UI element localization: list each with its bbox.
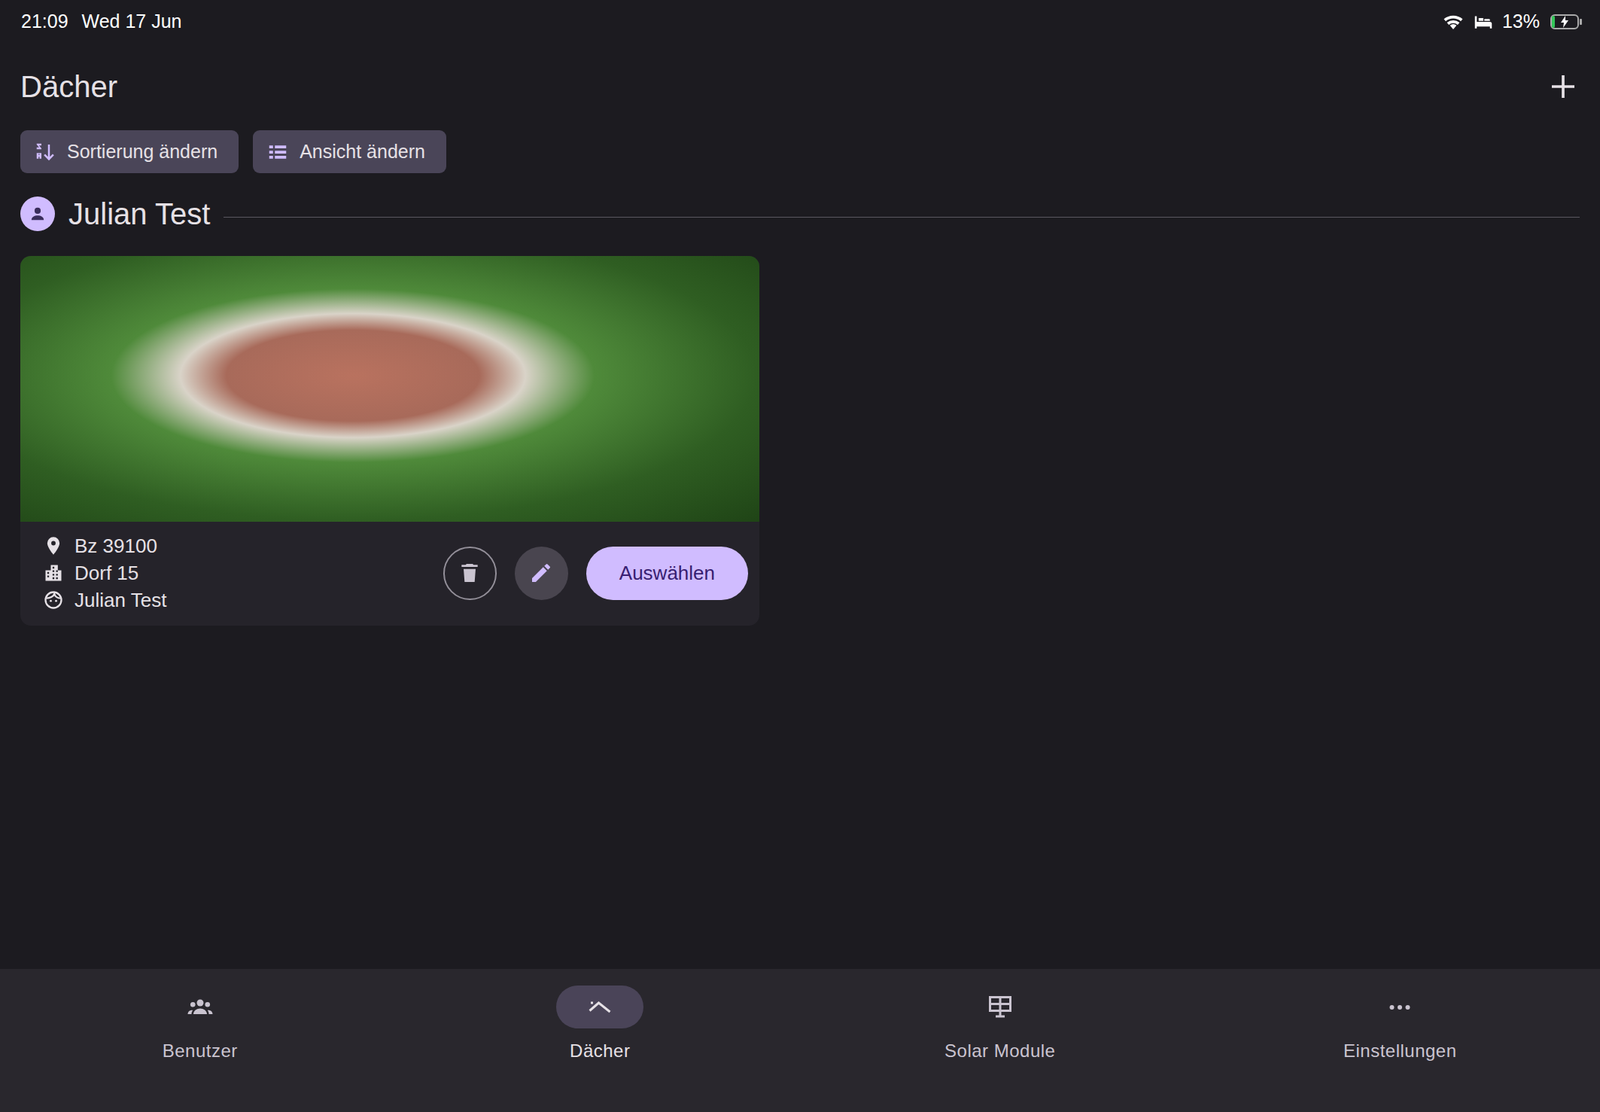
- nav-label: Einstellungen: [1343, 1040, 1458, 1062]
- status-date: Wed 17 Jun: [82, 10, 183, 33]
- status-time: 21:09: [21, 10, 69, 33]
- nav-label: Dächer: [569, 1040, 630, 1062]
- solar-panel-icon: [986, 993, 1014, 1021]
- nav-item[interactable]: Dächer: [400, 985, 801, 1062]
- app: 21:09 Wed 17 Jun 13% Dächer Sortierung änder…: [0, 0, 1600, 1112]
- nav-indicator: [1356, 985, 1444, 1029]
- nav-indicator: [956, 985, 1044, 1029]
- page-title: Dächer: [20, 69, 118, 104]
- battery-icon: [1550, 14, 1579, 30]
- nav-indicator: [156, 985, 244, 1029]
- pencil-icon: [529, 560, 554, 585]
- avatar-icon: [20, 196, 55, 232]
- roof-icon: [586, 993, 614, 1021]
- nav-item[interactable]: Einstellungen: [1200, 985, 1600, 1062]
- battery-fill: [1551, 15, 1555, 28]
- toolbar-button[interactable]: Sortierung ändern: [20, 130, 239, 174]
- users-icon: [186, 993, 214, 1021]
- location-pin-icon: [42, 535, 64, 557]
- status-bar: 21:09 Wed 17 Jun 13%: [0, 0, 1600, 43]
- more-icon: [1386, 993, 1414, 1021]
- add-icon[interactable]: [1548, 71, 1579, 102]
- bed-icon: [1472, 10, 1495, 34]
- address-line: Dorf 15: [42, 560, 167, 585]
- nav-item[interactable]: Solar Module: [800, 985, 1201, 1062]
- nav-item[interactable]: Benutzer: [0, 985, 401, 1062]
- roof-photo: [20, 255, 760, 522]
- nav-indicator: [556, 985, 644, 1029]
- edit-button[interactable]: [514, 546, 569, 600]
- main-content: Dächer Sortierung ändern Ansicht ändern Jul…: [0, 42, 1600, 969]
- sort-icon: [33, 140, 57, 164]
- group-header: Julian Test: [20, 193, 1580, 235]
- roof-card: Bz 39100Dorf 15Julian Test Auswählen: [20, 255, 760, 626]
- building-icon: [42, 562, 64, 584]
- toolbar: Sortierung ändern Ansicht ändern: [20, 130, 1580, 174]
- delete-button[interactable]: [443, 546, 497, 600]
- list-view-icon: [266, 140, 289, 164]
- face-icon: [42, 589, 64, 611]
- nav-label: Benutzer: [162, 1040, 238, 1062]
- user-group: Julian TestBz 39100Dorf 15Julian TestAus…: [20, 193, 1580, 626]
- bottom-nav: Benutzer Dächer Solar Module Einstellungen: [0, 968, 1600, 1112]
- toolbar-button[interactable]: Ansicht ändern: [252, 130, 447, 174]
- battery-percent: 13%: [1502, 10, 1540, 33]
- location-line: Bz 39100: [42, 533, 167, 558]
- owner-line: Julian Test: [42, 587, 167, 612]
- group-name: Julian Test: [68, 197, 210, 232]
- trash-icon: [457, 560, 482, 585]
- page-header: Dächer: [20, 59, 1580, 114]
- charging-bolt-icon: [1560, 15, 1569, 28]
- select-button[interactable]: Auswählen: [586, 546, 749, 600]
- wifi-icon: [1441, 10, 1465, 34]
- divider: [223, 216, 1580, 218]
- nav-label: Solar Module: [944, 1040, 1056, 1062]
